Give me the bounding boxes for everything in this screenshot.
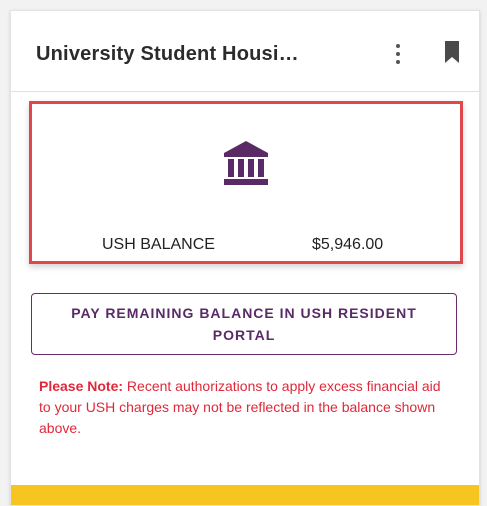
balance-label: USH BALANCE <box>102 236 215 253</box>
balance-panel: USH BALANCE $5,946.00 <box>29 101 463 264</box>
housing-card: University Student Housi… USH BALANCE $5… <box>10 10 480 506</box>
footer-accent-bar <box>11 485 479 505</box>
card-header: University Student Housi… <box>11 11 479 92</box>
pay-balance-button[interactable]: PAY REMAINING BALANCE IN USH RESIDENT PO… <box>31 293 457 355</box>
kebab-dot <box>396 52 400 56</box>
kebab-dot <box>396 60 400 64</box>
kebab-dot <box>396 44 400 48</box>
bookmark-icon[interactable] <box>445 41 459 68</box>
bank-icon <box>222 139 270 192</box>
kebab-menu-icon[interactable] <box>392 44 404 64</box>
balance-amount: $5,946.00 <box>312 236 384 253</box>
note-prefix: Please Note: <box>39 378 124 394</box>
balance-note: Please Note: Recent authorizations to ap… <box>39 376 449 439</box>
card-title: University Student Housi… <box>36 43 299 65</box>
